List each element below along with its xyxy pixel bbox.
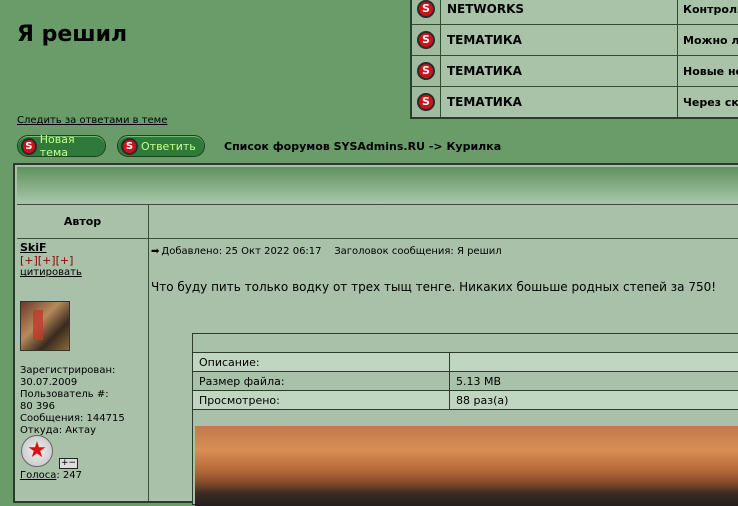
news-category[interactable]: ТЕМАТИКА <box>441 56 678 86</box>
forum-table-header-bar <box>17 167 738 201</box>
user-number: 80 396 <box>20 401 55 412</box>
new-topic-label: Новая тема <box>39 133 75 159</box>
attachment-row: Просмотрено: 88 раз(а) <box>193 391 738 410</box>
news-row[interactable]: S ТЕМАТИКА Через ско <box>412 86 738 117</box>
news-category[interactable]: ТЕМАТИКА <box>441 25 678 55</box>
news-icon-cell: S <box>412 0 441 24</box>
votes-link[interactable]: Голоса <box>20 470 56 481</box>
news-icon-cell: S <box>412 25 441 55</box>
s-logo-icon: S <box>417 62 435 80</box>
news-icon-cell: S <box>412 56 441 86</box>
s-logo-icon: S <box>417 0 435 18</box>
reply-label: Ответить <box>141 139 196 153</box>
post-body: Что буду пить только водку от трех тыщ т… <box>151 280 717 294</box>
attachment-key: Размер файла: <box>193 372 450 390</box>
news-row[interactable]: S ТЕМАТИКА Новые ноу <box>412 55 738 86</box>
watch-topic-link[interactable]: Следить за ответами в теме <box>17 115 167 126</box>
topic-title: Я решил <box>17 22 128 47</box>
author-panel: SkiF [+][+][+] цитировать Зарегистрирова… <box>17 238 149 501</box>
s-logo-icon: S <box>21 137 37 155</box>
star-medal-icon: ★ <box>21 435 53 467</box>
attachment-value: 5.13 MB <box>456 374 502 388</box>
attachment-table: Описание: Размер файла: 5.13 MB Просмотр… <box>192 333 738 506</box>
news-category[interactable]: ТЕМАТИКА <box>441 87 678 117</box>
attachment-key: Описание: <box>193 353 450 371</box>
avatar <box>20 301 70 351</box>
votes-value: : 247 <box>56 470 82 481</box>
post-arrow-icon[interactable]: ➡ <box>151 246 159 257</box>
s-logo-icon: S <box>417 31 435 49</box>
reputation-links[interactable]: [+][+][+] <box>20 254 73 267</box>
reply-button[interactable]: S Ответить <box>117 135 205 157</box>
news-row[interactable]: S ТЕМАТИКА Можно ли <box>412 24 738 55</box>
registered-date: 30.07.2009 <box>20 377 78 388</box>
author-column-header: Автор <box>17 204 149 239</box>
s-logo-icon: S <box>417 93 435 111</box>
news-desc[interactable]: Контролле <box>678 0 738 24</box>
attachment-image[interactable] <box>195 426 738 506</box>
post-meta-text: Добавлено: 25 Окт 2022 06:17 Заголовок с… <box>161 246 502 257</box>
attachment-row: Описание: <box>193 353 738 372</box>
message-column-header <box>149 204 738 239</box>
s-logo-icon: S <box>121 137 138 155</box>
user-number-label: Пользователь #: <box>20 389 109 400</box>
attachment-row: Размер файла: 5.13 MB <box>193 372 738 391</box>
author-name-link[interactable]: SkiF <box>20 241 47 254</box>
news-desc[interactable]: Можно ли <box>678 25 738 55</box>
news-desc[interactable]: Новые ноу <box>678 56 738 86</box>
post-meta: ➡ Добавлено: 25 Окт 2022 06:17 Заголовок … <box>151 246 502 257</box>
new-topic-button[interactable]: S Новая тема <box>17 133 106 159</box>
message-count: Сообщения: 144715 <box>20 413 125 424</box>
news-icon-cell: S <box>412 87 441 117</box>
breadcrumb[interactable]: Список форумов SYSAdmins.RU -> Курилка <box>224 140 501 153</box>
news-desc[interactable]: Через ско <box>678 87 738 117</box>
registered-label: Зарегистрирован: <box>20 365 116 376</box>
news-row[interactable]: S NETWORKS Контролле <box>412 0 738 24</box>
attachment-value <box>450 353 738 371</box>
attachment-header <box>193 334 738 353</box>
attachment-key: Просмотрено: <box>193 391 450 409</box>
news-table: S NETWORKS Контролле S ТЕМАТИКА Можно ли… <box>410 0 738 119</box>
news-category[interactable]: NETWORKS <box>441 0 678 24</box>
attachment-value: 88 раз(а) <box>456 393 509 407</box>
vote-plus-minus-icon[interactable]: +− <box>59 458 79 469</box>
votes: Голоса: 247 <box>20 470 82 481</box>
quote-link[interactable]: цитировать <box>20 267 82 278</box>
